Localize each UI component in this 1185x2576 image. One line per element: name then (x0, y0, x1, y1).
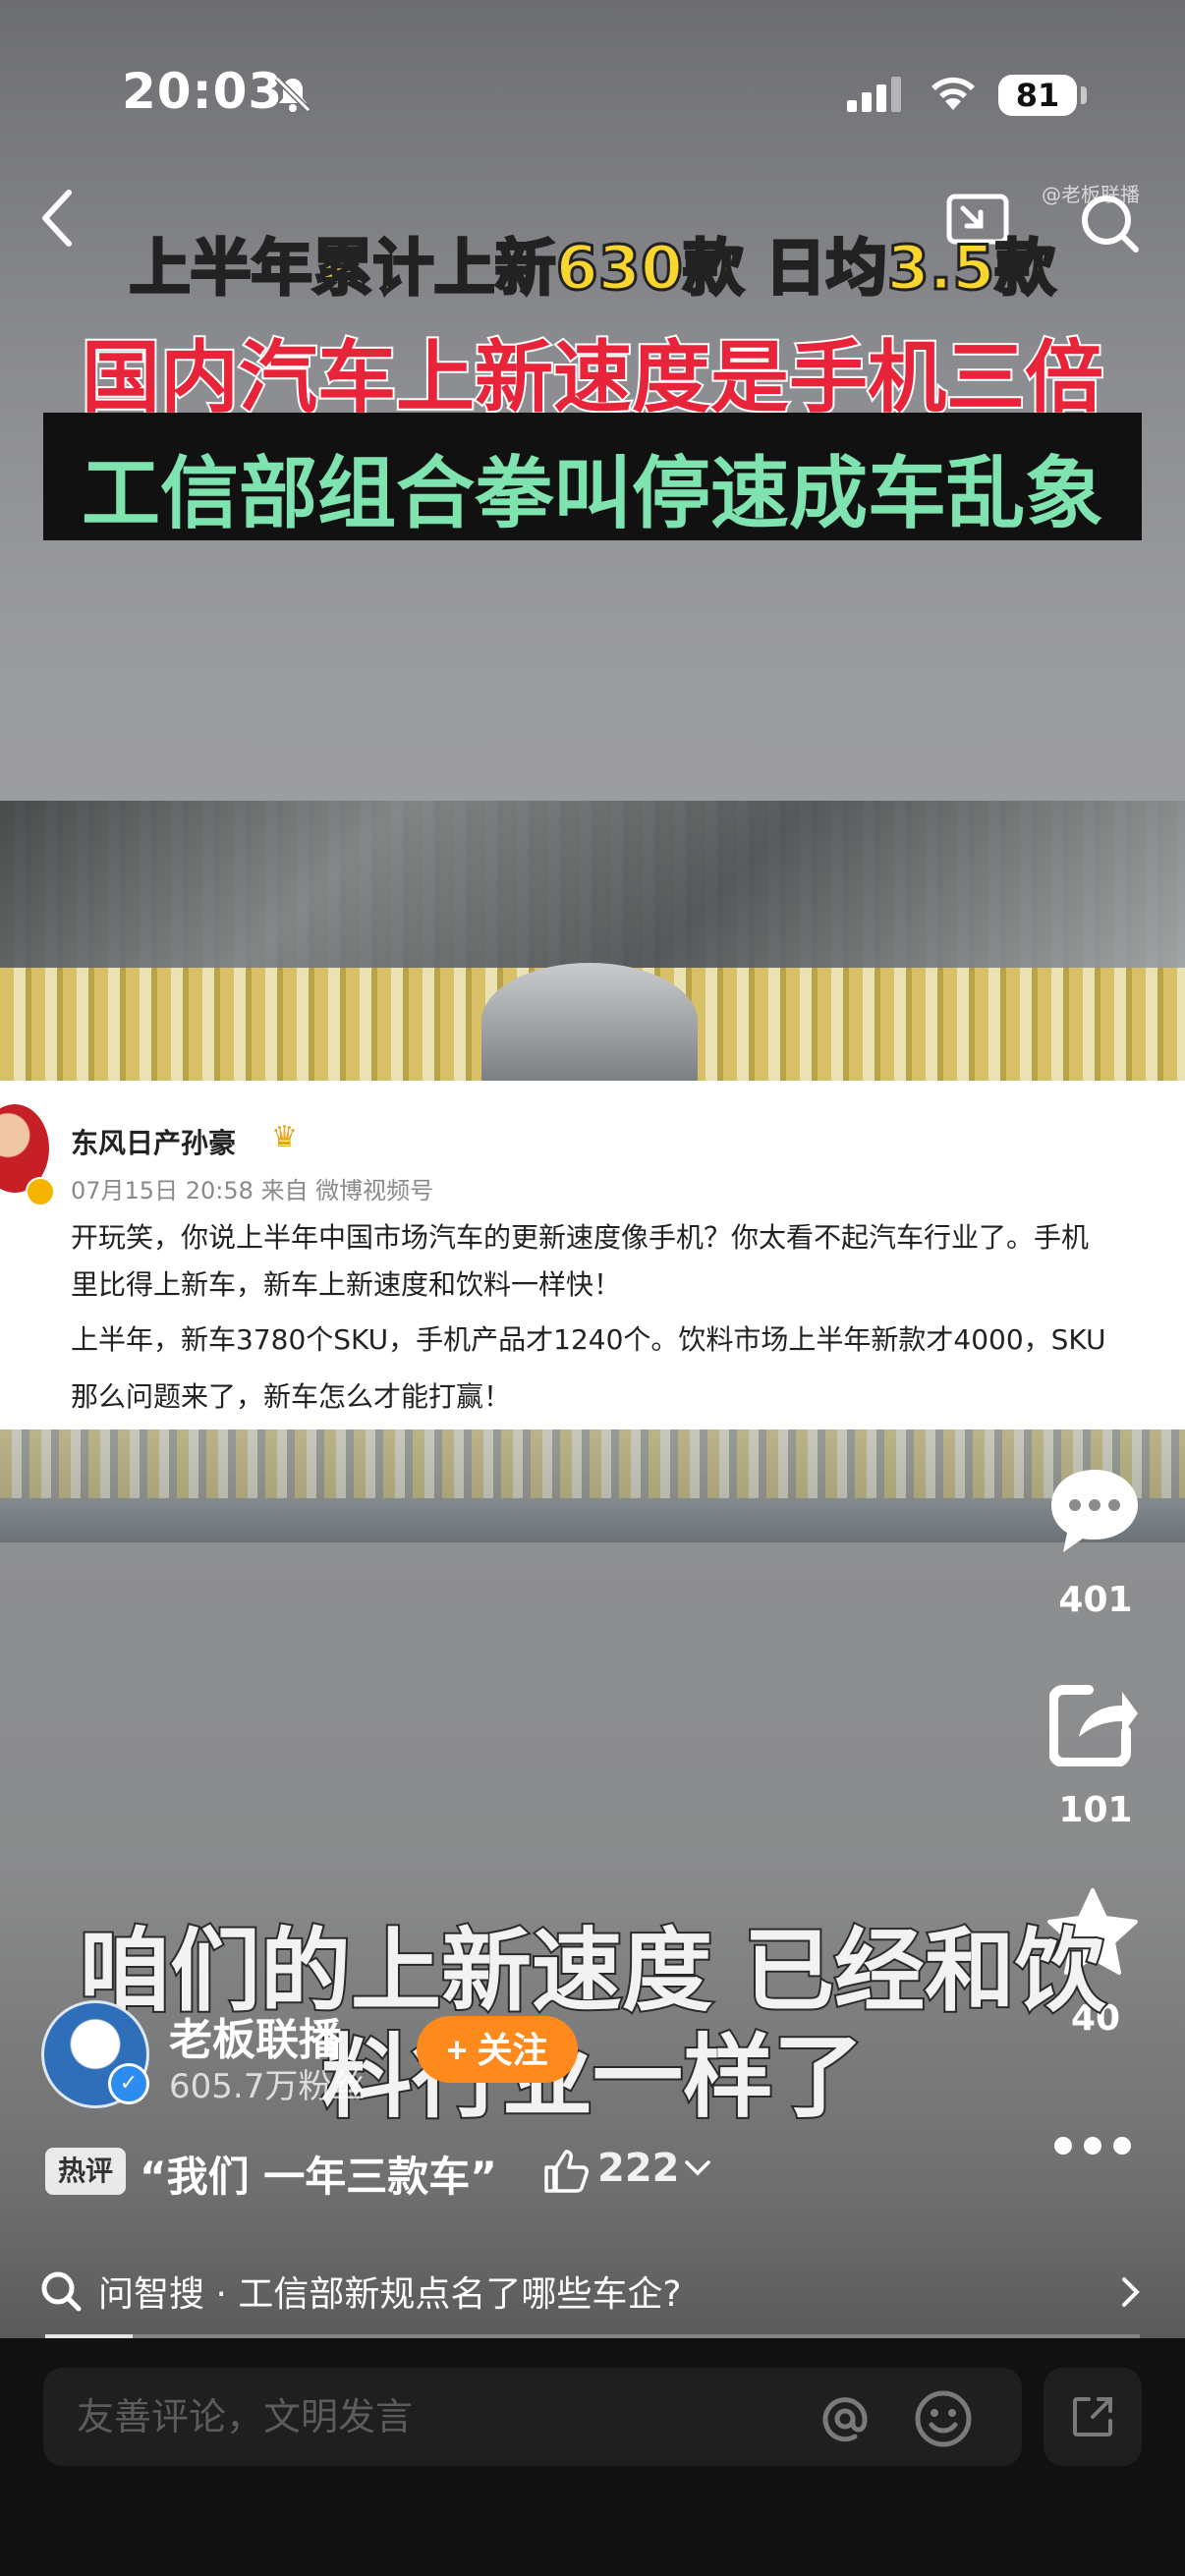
comment-bubble-icon[interactable] (1047, 1464, 1142, 1562)
share-icon[interactable] (1048, 1682, 1140, 1770)
factory-conveyor-image (0, 1429, 1185, 1542)
headline-line-2: 国内汽车上新速度是手机三倍 (80, 330, 1105, 425)
weibo-text-line: 开玩笑，你说上半年中国市场汽车的更新速度像手机？你太看不起汽车行业了。手机 (71, 1221, 1090, 1254)
thumbs-up-icon[interactable] (542, 2148, 590, 2199)
verified-check-icon: ✓ (108, 2063, 149, 2104)
battery-indicator: 81 (998, 75, 1077, 116)
ai-search-icon[interactable] (39, 2269, 83, 2317)
hot-comment-text[interactable]: “我们 一年三款车” (140, 2144, 497, 2204)
author-follower-count: 605.7万粉丝 (169, 2067, 366, 2106)
crown-icon: ♛ (271, 1120, 298, 1154)
emoji-icon[interactable] (914, 2389, 973, 2452)
headline-line-1: 上半年累计上新630款 日均3.5款 (128, 231, 1057, 306)
chevron-down-icon[interactable] (684, 2159, 711, 2181)
comment-count: 401 (1058, 1580, 1133, 1620)
ask-search-suggestion[interactable]: 问智搜 · 工信部新规点名了哪些车企? (98, 2266, 681, 2317)
video-progress-bar[interactable] (45, 2334, 1140, 2338)
status-time: 20:03 (122, 63, 284, 120)
weibo-text-line: 上半年，新车3780个SKU，手机产品才1240个。饮料市场上半年新款才4000… (71, 1323, 1106, 1356)
wifi-icon (928, 73, 979, 116)
weibo-verified-badge (26, 1177, 55, 1206)
hot-comment-tag: 热评 (45, 2148, 126, 2195)
hot-comment-like-count: 222 (597, 2146, 680, 2191)
more-options-icon[interactable] (1051, 2134, 1134, 2161)
weibo-text-line: 那么问题来了，新车怎么才能打赢！ (71, 1380, 512, 1413)
like-heart-icon[interactable] (1044, 1258, 1132, 1340)
weibo-text-line: 里比得上新车，新车上新速度和饮料一样快！ (71, 1268, 622, 1301)
headline-line-3: 工信部组合拳叫停速成车乱象 (82, 448, 1103, 539)
video-progress-fill (45, 2334, 134, 2338)
author-name[interactable]: 老板联播 (169, 2004, 342, 2067)
weibo-post-card: 东风日产孙豪 ♛ 07月15日 20:58 来自 微博视频号 开玩笑，你说上半年… (0, 1081, 1185, 1429)
chevron-right-icon[interactable] (1120, 2275, 1142, 2313)
comment-input[interactable] (43, 2368, 1022, 2466)
cellular-signal-icon (847, 77, 902, 116)
bottle-filling-drum (481, 963, 698, 1081)
weibo-author-name: 东风日产孙豪 (71, 1127, 237, 1159)
at-mention-icon[interactable] (816, 2389, 875, 2452)
share-count: 101 (1058, 1790, 1133, 1830)
weibo-post-meta: 07月15日 20:58 来自 微博视频号 (71, 1177, 434, 1204)
expand-comment-button[interactable] (1044, 2368, 1142, 2466)
battery-tip (1081, 86, 1087, 104)
follow-button[interactable]: + 关注 (417, 2016, 578, 2083)
like-count: 1419 (1045, 1373, 1146, 1414)
bell-mute-icon (273, 75, 312, 118)
expand-icon (1069, 2393, 1116, 2444)
